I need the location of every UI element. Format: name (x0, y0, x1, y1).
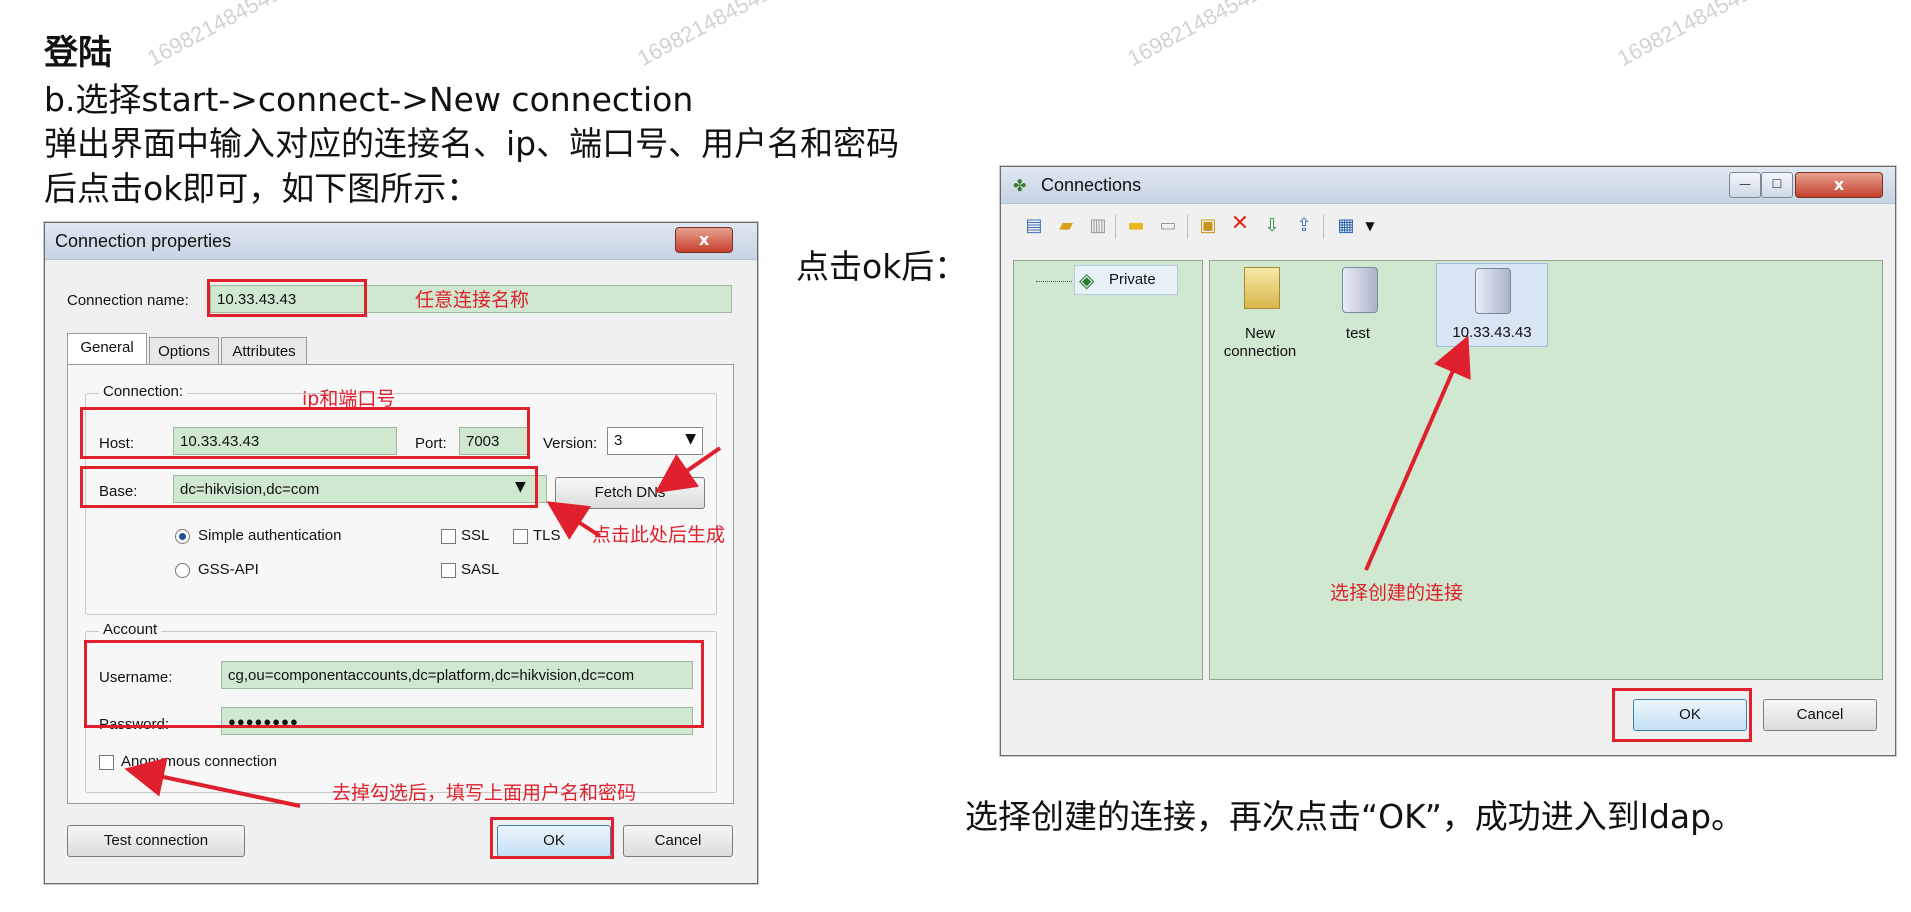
arrow-anonymous (124, 757, 301, 808)
arrow-fetch-dns (654, 446, 722, 494)
arrow-fetch-note (546, 501, 602, 540)
annotation-arrows (124, 335, 1471, 808)
arrow-select-connection (1364, 335, 1471, 571)
